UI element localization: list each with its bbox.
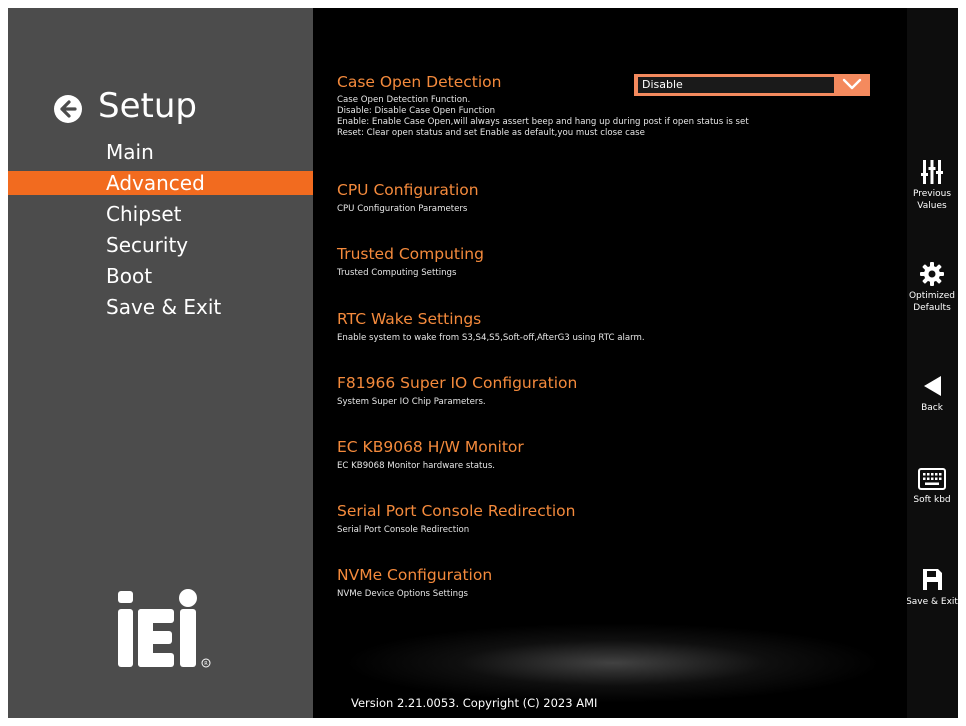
svg-text:R: R (204, 661, 208, 667)
optimized-defaults-label: Optimized Defaults (908, 291, 956, 313)
version-text: Version 2.21.0053. Copyright (C) 2023 AM… (351, 696, 598, 710)
hw-monitor-title[interactable]: EC KB9068 H/W Monitor (337, 437, 897, 457)
super-io-configuration-entry[interactable]: F81966 Super IO Configuration System Sup… (337, 373, 897, 408)
gear-icon (920, 262, 944, 286)
chevron-down-icon (842, 78, 862, 90)
keyboard-icon (918, 468, 946, 490)
nvme-configuration-desc: NVMe Device Options Settings (337, 589, 469, 599)
left-nav-panel: Setup Main Advanced Chipset Security Boo… (8, 8, 313, 718)
nav-item-security[interactable]: Security (8, 233, 313, 257)
case-open-detection-desc: Case Open Detection Function. Disable: D… (337, 95, 897, 139)
previous-values-label: Previous Values (912, 189, 952, 211)
desc-line: Disable: Disable Case Open Function (337, 106, 496, 116)
back-label: Back (921, 403, 943, 413)
rtc-wake-settings-entry[interactable]: RTC Wake Settings Enable system to wake … (337, 309, 897, 344)
main-content: Case Open Detection Case Open Detection … (313, 8, 907, 718)
iei-logo: R (118, 583, 218, 673)
nav-item-advanced[interactable]: Advanced (8, 171, 313, 195)
save-exit-label: Save & Exit (907, 597, 958, 607)
previous-values-button[interactable]: Previous Values (907, 160, 958, 212)
back-arrow-icon[interactable] (54, 95, 82, 123)
nav-item-main[interactable]: Main (8, 140, 313, 164)
case-open-detection-dropdown[interactable]: Disable (634, 74, 870, 96)
decorative-glow (343, 623, 883, 703)
hw-monitor-desc: EC KB9068 Monitor hardware status. (337, 461, 496, 471)
hw-monitor-entry[interactable]: EC KB9068 H/W Monitor EC KB9068 Monitor … (337, 437, 897, 472)
nav-item-chipset[interactable]: Chipset (8, 202, 313, 226)
serial-port-console-redirection-desc: Serial Port Console Redirection (337, 525, 470, 535)
save-exit-button[interactable]: Save & Exit (907, 568, 958, 608)
super-io-configuration-title[interactable]: F81966 Super IO Configuration (337, 373, 897, 393)
desc-line: Enable: Enable Case Open,will always ass… (337, 117, 749, 127)
desc-line: Reset: Clear open status and set Enable … (337, 128, 645, 138)
cpu-configuration-title[interactable]: CPU Configuration (337, 180, 897, 200)
floppy-disk-icon (923, 569, 942, 590)
nav-item-boot[interactable]: Boot (8, 264, 313, 288)
trusted-computing-desc: Trusted Computing Settings (337, 268, 457, 278)
right-toolbar: Previous Values Optimized Defaults Back (907, 8, 958, 718)
desc-line: Case Open Detection Function. (337, 95, 471, 105)
back-button[interactable]: Back (907, 374, 958, 414)
bios-window: Setup Main Advanced Chipset Security Boo… (8, 8, 958, 718)
rtc-wake-settings-desc: Enable system to wake from S3,S4,S5,Soft… (337, 333, 645, 343)
trusted-computing-entry[interactable]: Trusted Computing Trusted Computing Sett… (337, 244, 897, 279)
soft-kbd-label: Soft kbd (913, 495, 951, 505)
cpu-configuration-desc: CPU Configuration Parameters (337, 204, 468, 214)
nvme-configuration-entry[interactable]: NVMe Configuration NVMe Device Options S… (337, 565, 897, 600)
dropdown-value: Disable (638, 77, 834, 93)
nav-item-save-exit[interactable]: Save & Exit (8, 295, 313, 319)
serial-port-console-redirection-entry[interactable]: Serial Port Console Redirection Serial P… (337, 501, 897, 536)
setup-title: Setup (98, 86, 197, 126)
trusted-computing-title[interactable]: Trusted Computing (337, 244, 897, 264)
serial-port-console-redirection-title[interactable]: Serial Port Console Redirection (337, 501, 897, 521)
nvme-configuration-title[interactable]: NVMe Configuration (337, 565, 897, 585)
triangle-left-icon (924, 376, 941, 396)
sliders-icon (921, 160, 943, 184)
cpu-configuration-entry[interactable]: CPU Configuration CPU Configuration Para… (337, 180, 897, 215)
soft-kbd-button[interactable]: Soft kbd (907, 468, 958, 506)
optimized-defaults-button[interactable]: Optimized Defaults (907, 262, 958, 314)
rtc-wake-settings-title[interactable]: RTC Wake Settings (337, 309, 897, 329)
super-io-configuration-desc: System Super IO Chip Parameters. (337, 397, 486, 407)
